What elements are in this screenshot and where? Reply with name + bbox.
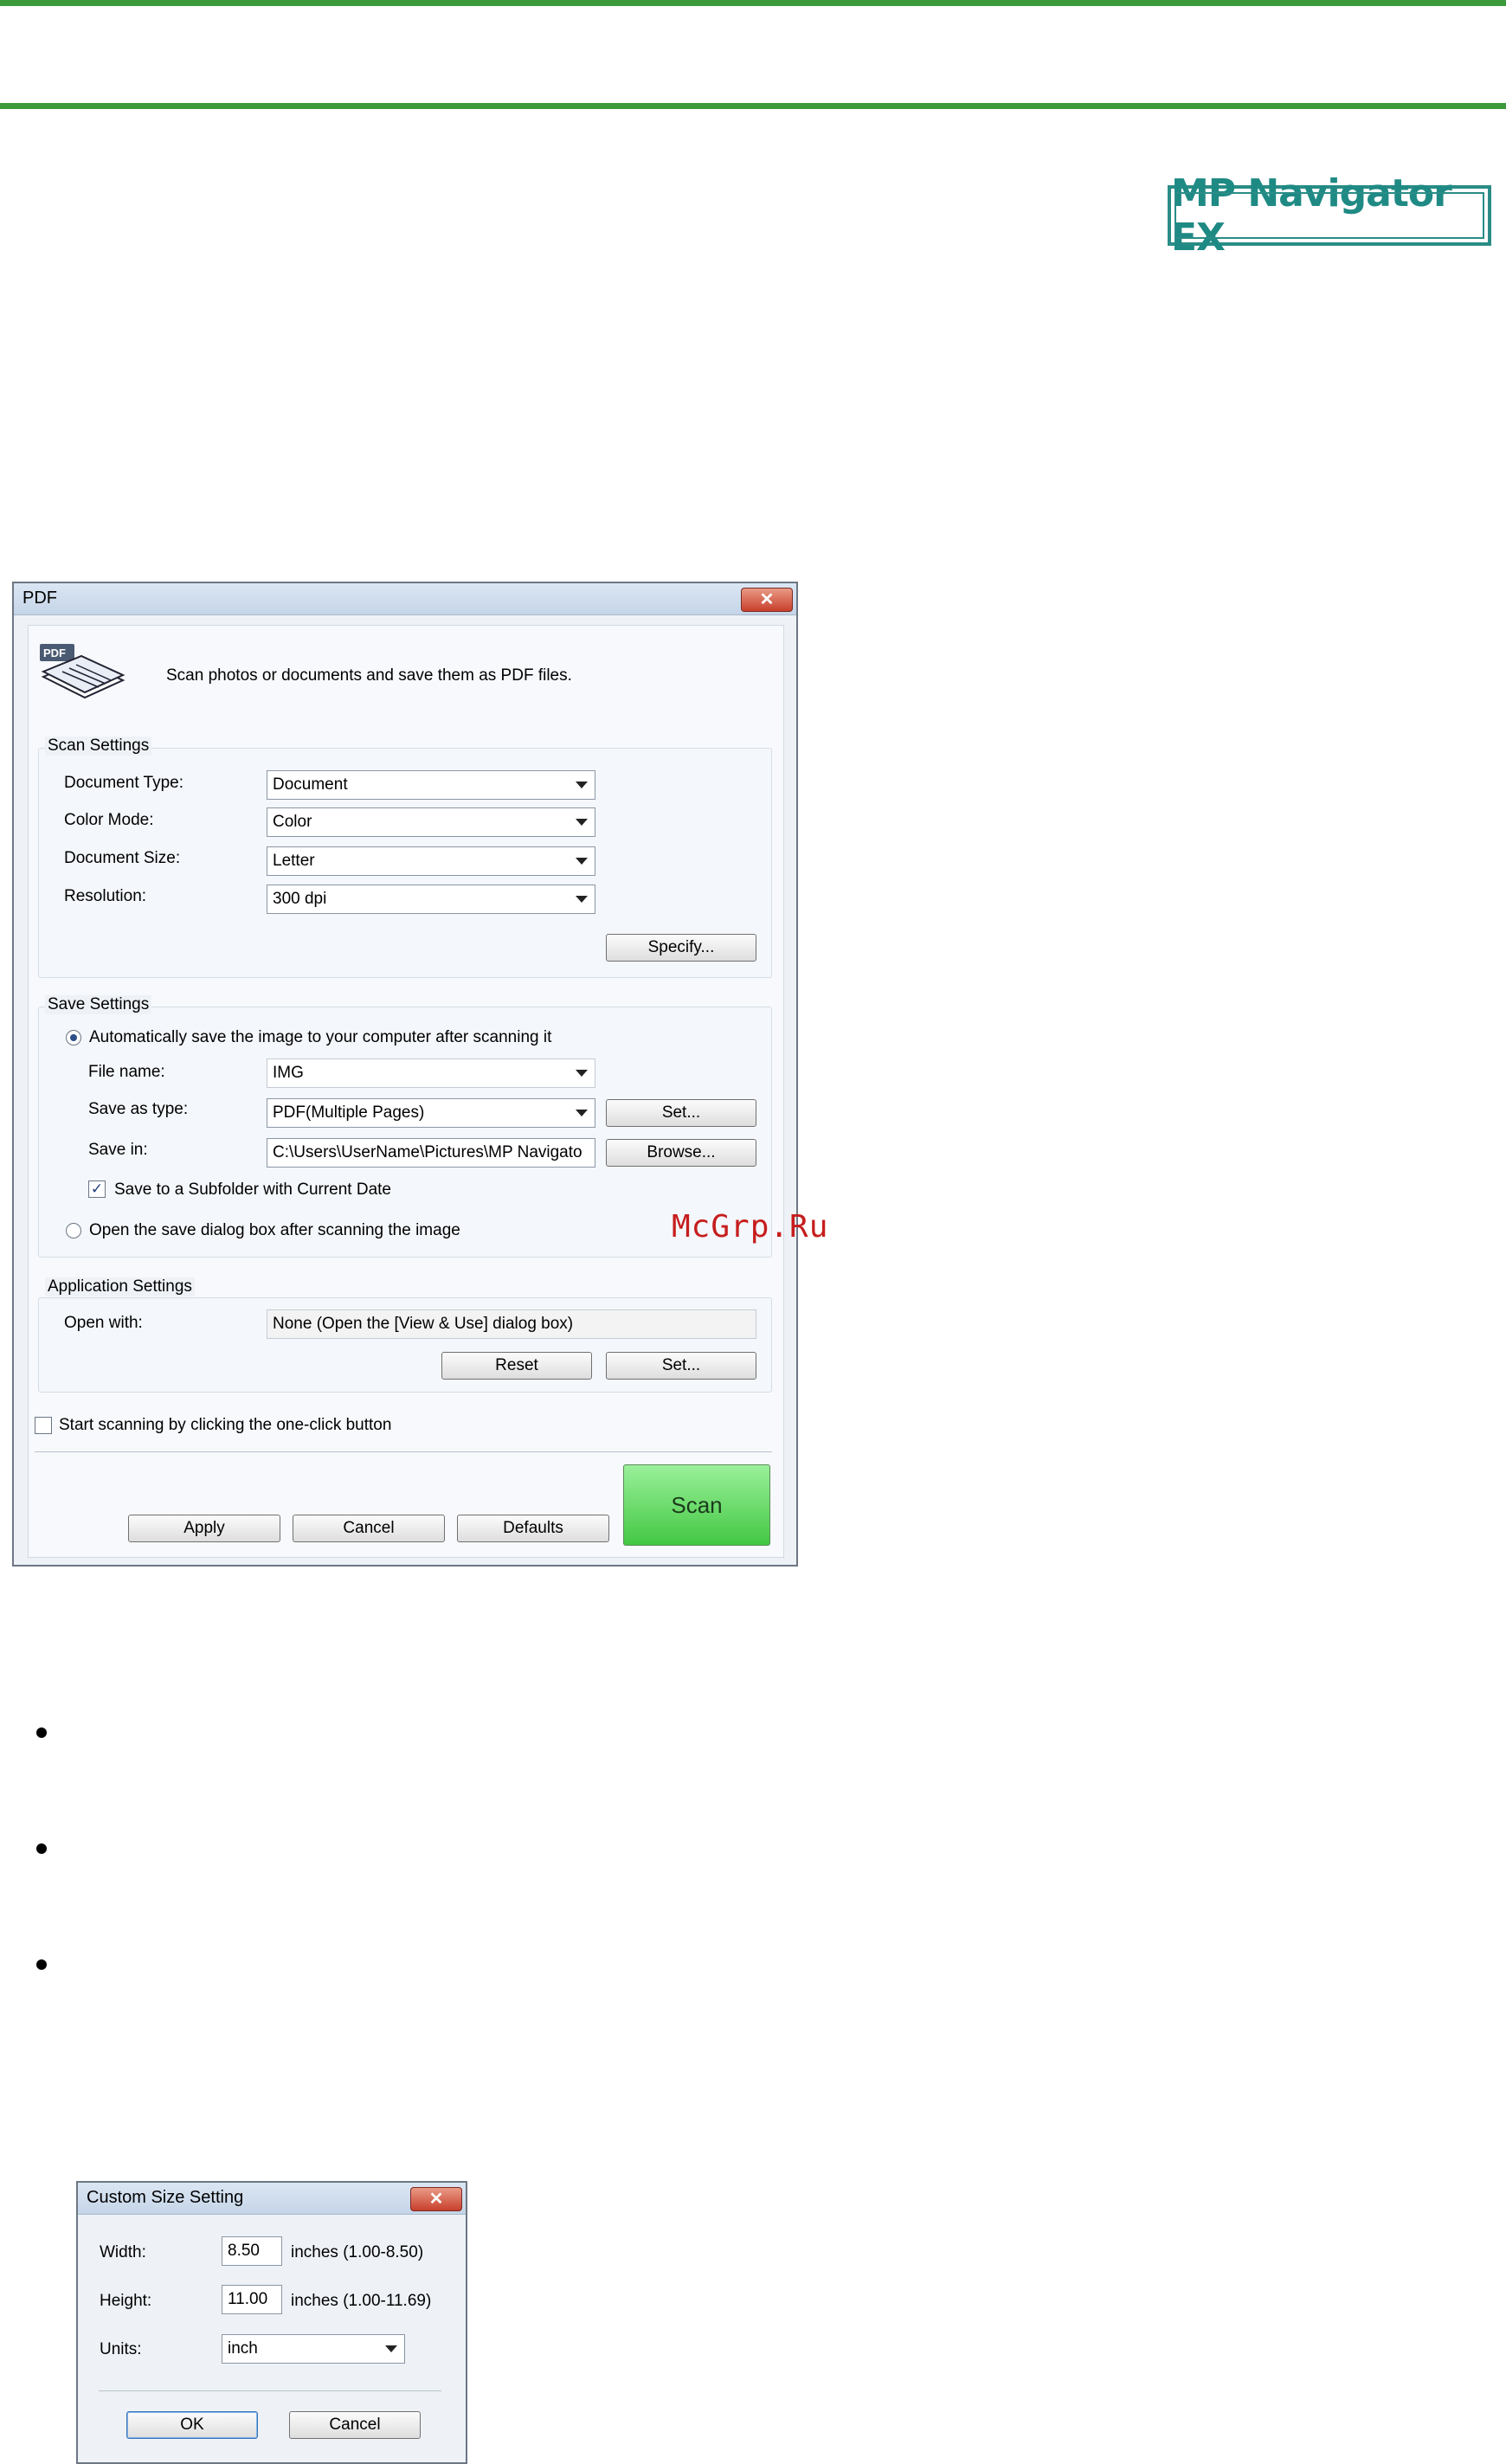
reset-button[interactable]: Reset xyxy=(441,1352,592,1380)
document-size-value: Letter xyxy=(273,852,315,870)
chevron-down-icon xyxy=(385,2345,397,2352)
bullet-2 xyxy=(36,1843,47,1854)
width-range: inches (1.00-8.50) xyxy=(291,2243,424,2261)
header-rule xyxy=(0,103,1506,109)
resolution-label: Resolution: xyxy=(64,887,147,905)
units-select[interactable]: inch xyxy=(222,2334,405,2364)
footer-separator xyxy=(35,1451,772,1452)
watermark: McGrp.Ru xyxy=(672,1209,829,1245)
save-type-set-button[interactable]: Set... xyxy=(606,1099,756,1127)
chevron-down-icon xyxy=(576,858,588,865)
units-value: inch xyxy=(228,2339,258,2358)
app-set-button[interactable]: Set... xyxy=(606,1352,756,1380)
subfolder-label: Save to a Subfolder with Current Date xyxy=(114,1181,392,1199)
document-type-select[interactable]: Document xyxy=(267,770,595,800)
close-icon[interactable]: ✕ xyxy=(741,588,793,612)
open-dialog-label: Open the save dialog box after scanning … xyxy=(89,1221,460,1239)
color-mode-select[interactable]: Color xyxy=(267,807,595,837)
specify-button[interactable]: Specify... xyxy=(606,934,756,962)
pdf-document-icon: PDF xyxy=(40,644,126,699)
document-size-label: Document Size: xyxy=(64,849,181,867)
width-label: Width: xyxy=(100,2243,146,2261)
apply-button[interactable]: Apply xyxy=(128,1515,280,1542)
file-name-label: File name: xyxy=(88,1063,165,1081)
custom-size-titlebar: Custom Size Setting ✕ xyxy=(78,2183,466,2215)
units-label: Units: xyxy=(100,2340,142,2358)
scan-settings-label: Scan Settings xyxy=(45,737,152,756)
open-with-label: Open with: xyxy=(64,1314,143,1332)
color-mode-value: Color xyxy=(273,813,312,831)
save-as-type-select[interactable]: PDF(Multiple Pages) xyxy=(267,1098,595,1128)
save-in-label: Save in: xyxy=(88,1141,148,1159)
pdf-dialog-title: PDF xyxy=(23,589,57,608)
width-input[interactable]: 8.50 xyxy=(222,2236,282,2266)
cancel-button[interactable]: Cancel xyxy=(293,1515,445,1542)
auto-save-label: Automatically save the image to your com… xyxy=(89,1028,552,1046)
bullet-1 xyxy=(36,1727,47,1738)
save-in-field[interactable]: C:\Users\UserName\Pictures\MP Navigato xyxy=(267,1138,595,1168)
chevron-down-icon xyxy=(576,819,588,826)
mp-navigator-ex-logo: MP Navigator EX xyxy=(1168,171,1491,260)
chevron-down-icon xyxy=(576,1070,588,1077)
save-as-type-value: PDF(Multiple Pages) xyxy=(273,1103,425,1122)
file-name-value: IMG xyxy=(273,1064,304,1082)
chevron-down-icon xyxy=(576,1110,588,1116)
height-range: inches (1.00-11.69) xyxy=(291,2292,432,2310)
auto-save-radio[interactable] xyxy=(66,1030,81,1045)
resolution-value: 300 dpi xyxy=(273,890,327,908)
height-input[interactable]: 11.00 xyxy=(222,2285,282,2314)
color-mode-label: Color Mode: xyxy=(64,811,154,829)
file-name-combo[interactable]: IMG xyxy=(267,1058,595,1088)
subfolder-checkbox[interactable]: ✓ xyxy=(88,1181,106,1198)
document-type-label: Document Type: xyxy=(64,774,184,792)
custom-size-separator xyxy=(99,2390,441,2391)
save-as-type-label: Save as type: xyxy=(88,1100,189,1118)
pdf-dialog-titlebar: PDF ✕ xyxy=(14,583,796,615)
open-dialog-radio[interactable] xyxy=(66,1223,81,1238)
defaults-button[interactable]: Defaults xyxy=(457,1515,609,1542)
scan-button[interactable]: Scan xyxy=(623,1464,770,1546)
browse-button[interactable]: Browse... xyxy=(606,1139,756,1167)
document-size-select[interactable]: Letter xyxy=(267,846,595,876)
custom-size-title: Custom Size Setting xyxy=(87,2188,244,2207)
document-type-value: Document xyxy=(273,775,348,794)
ok-button[interactable]: OK xyxy=(126,2411,258,2439)
open-with-field: None (Open the [View & Use] dialog box) xyxy=(267,1309,756,1339)
application-settings-label: Application Settings xyxy=(45,1277,195,1296)
chevron-down-icon xyxy=(576,782,588,788)
save-settings-label: Save Settings xyxy=(45,995,152,1014)
chevron-down-icon xyxy=(576,896,588,903)
height-label: Height: xyxy=(100,2292,152,2310)
bullet-3 xyxy=(36,1959,47,1970)
top-rule xyxy=(0,0,1506,6)
custom-size-cancel-button[interactable]: Cancel xyxy=(289,2411,421,2439)
one-click-label: Start scanning by clicking the one-click… xyxy=(59,1416,392,1434)
pdf-dialog-description: Scan photos or documents and save them a… xyxy=(166,666,572,685)
one-click-checkbox[interactable] xyxy=(35,1417,52,1434)
resolution-select[interactable]: 300 dpi xyxy=(267,885,595,914)
close-icon[interactable]: ✕ xyxy=(410,2187,462,2211)
svg-text:PDF: PDF xyxy=(43,647,66,659)
